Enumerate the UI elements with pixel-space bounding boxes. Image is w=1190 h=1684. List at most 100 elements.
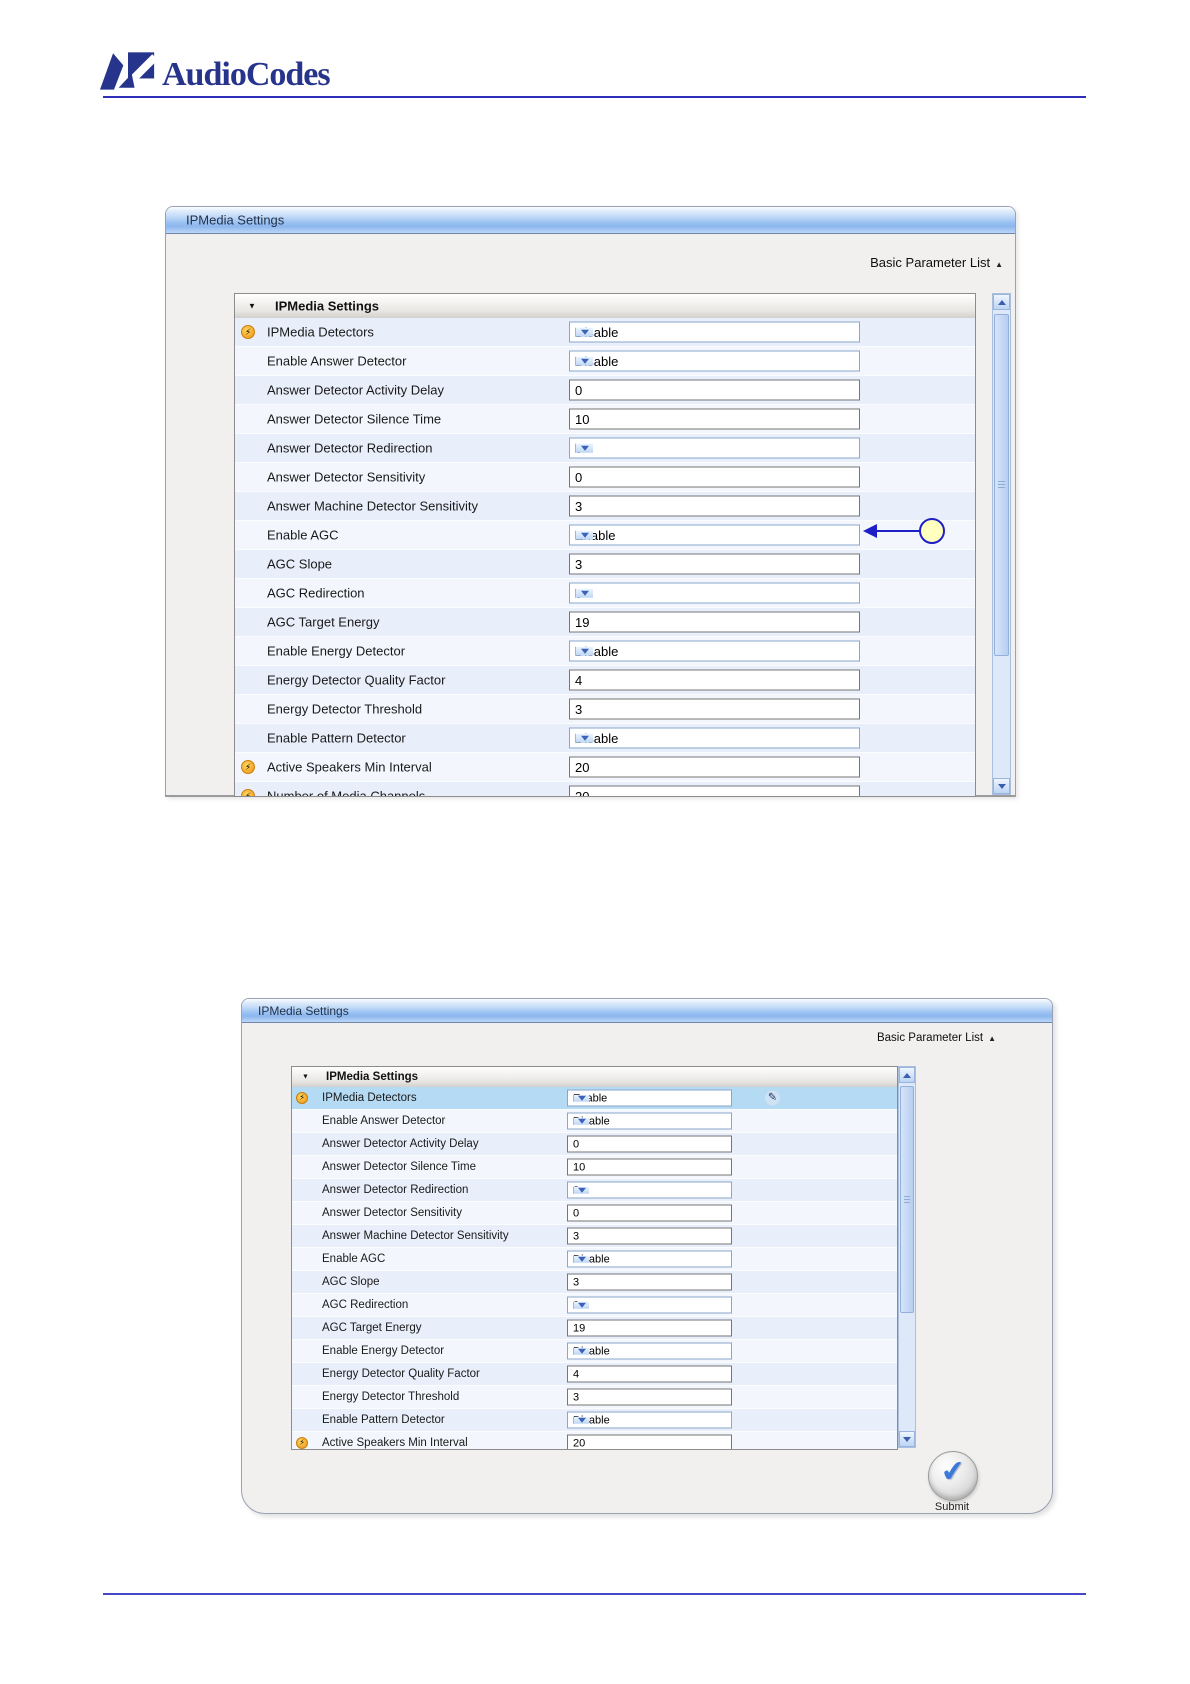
- answer-machine-detector-sensitivity-input[interactable]: 3: [567, 1227, 732, 1245]
- energy-detector-quality-factor-input[interactable]: 4: [569, 669, 860, 691]
- check-icon: ✔: [939, 1454, 967, 1490]
- agc-slope-input[interactable]: 3: [569, 553, 860, 575]
- enable-pattern-detector-select[interactable]: Disable: [567, 1411, 732, 1429]
- param-label-enable-answer-detector: Enable Answer Detector: [267, 353, 407, 369]
- input-value: 20: [575, 759, 590, 775]
- param-label-answer-detector-redirection: Answer Detector Redirection: [267, 440, 433, 456]
- collapse-triangle-icon: ▼: [248, 301, 256, 311]
- enable-answer-detector-select[interactable]: Disable: [569, 350, 860, 372]
- energy-detector-threshold-input[interactable]: 3: [567, 1388, 732, 1406]
- param-label-enable-energy-detector: Enable Energy Detector: [267, 643, 406, 659]
- active-speakers-min-interval-input[interactable]: 20: [567, 1434, 732, 1449]
- table-row: Answer Detector Silence Time 10: [292, 1156, 897, 1179]
- enable-energy-detector-select[interactable]: Disable: [567, 1342, 732, 1360]
- chevron-down-icon[interactable]: [573, 1094, 589, 1102]
- settings-rows: ⚡ IPMedia Detectors Enable ✎ Enable Answer D…: [292, 1087, 897, 1449]
- table-row: Energy Detector Quality Factor 4: [292, 1363, 897, 1386]
- submit-button[interactable]: ✔: [928, 1451, 978, 1501]
- param-label-agc-slope: AGC Slope: [267, 556, 333, 572]
- basic-parameter-list-toggle[interactable]: Basic Parameter List ▲: [870, 255, 1003, 270]
- collapse-triangle-icon: ▼: [302, 1073, 309, 1081]
- active-speakers-min-interval-input[interactable]: 20: [569, 756, 860, 778]
- param-label-enable-pattern-detector: Enable Pattern Detector: [322, 1414, 445, 1426]
- triangle-down-icon: [580, 532, 589, 538]
- chevron-down-icon[interactable]: [573, 1301, 589, 1309]
- param-label-active-speakers-min-interval: Active Speakers Min Interval: [267, 759, 432, 775]
- group-header[interactable]: ▼ IPMedia Settings: [235, 294, 975, 319]
- chevron-down-icon[interactable]: [575, 327, 593, 337]
- triangle-down-icon: [903, 1436, 911, 1442]
- table-row: Energy Detector Threshold 3: [235, 695, 975, 724]
- agc-redirection-select[interactable]: 0: [567, 1296, 732, 1314]
- enable-agc-select[interactable]: Disable: [567, 1250, 732, 1268]
- chevron-down-icon[interactable]: [573, 1416, 589, 1424]
- param-label-energy-detector-threshold: Energy Detector Threshold: [267, 701, 423, 717]
- chevron-down-icon[interactable]: [575, 646, 593, 656]
- table-row: Energy Detector Threshold 3: [292, 1386, 897, 1409]
- scrollbar-thumb[interactable]: [900, 1086, 914, 1313]
- energy-detector-threshold-input[interactable]: 3: [569, 698, 860, 720]
- answer-detector-redirection-select[interactable]: 0: [567, 1181, 732, 1199]
- energy-detector-quality-factor-input[interactable]: 4: [567, 1365, 732, 1383]
- answer-machine-detector-sensitivity-input[interactable]: 3: [569, 495, 860, 517]
- chevron-down-icon[interactable]: [575, 530, 593, 540]
- scroll-down-button[interactable]: [993, 778, 1010, 794]
- answer-detector-activity-delay-input[interactable]: 0: [567, 1135, 732, 1153]
- answer-detector-sensitivity-input[interactable]: 0: [567, 1204, 732, 1222]
- param-label-energy-detector-quality-factor: Energy Detector Quality Factor: [267, 672, 446, 688]
- enable-answer-detector-select[interactable]: Disable: [567, 1112, 732, 1130]
- group-header-title: IPMedia Settings: [275, 298, 380, 314]
- agc-target-energy-input[interactable]: 19: [569, 611, 860, 633]
- chevron-down-icon[interactable]: [575, 588, 593, 598]
- input-value: 3: [573, 1230, 580, 1242]
- chevron-down-icon[interactable]: [575, 356, 593, 366]
- settings-table: ▼ IPMedia Settings ⚡ IPMedia Detectors Dis…: [234, 293, 976, 797]
- chevron-down-icon[interactable]: [575, 443, 593, 453]
- vertical-scrollbar[interactable]: [992, 293, 1011, 795]
- enable-energy-detector-select[interactable]: Disable: [569, 640, 860, 662]
- edit-pencil-icon[interactable]: ✎: [765, 1090, 780, 1106]
- table-row: Answer Detector Activity Delay 0: [235, 376, 975, 405]
- enable-agc-select[interactable]: Enable: [569, 524, 860, 546]
- answer-detector-silence-time-input[interactable]: 10: [569, 408, 860, 430]
- scroll-up-button[interactable]: [899, 1067, 915, 1083]
- answer-detector-activity-delay-input[interactable]: 0: [569, 379, 860, 401]
- scroll-up-button[interactable]: [993, 294, 1010, 310]
- triangle-down-icon: [580, 329, 589, 335]
- table-row: AGC Redirection 0: [292, 1294, 897, 1317]
- settings-table: ▼ IPMedia Settings ⚡ IPMedia Detectors Ena…: [291, 1066, 898, 1450]
- chevron-down-icon[interactable]: [573, 1117, 589, 1125]
- table-row: ⚡ Active Speakers Min Interval 20: [292, 1432, 897, 1449]
- number-of-media-channels-input[interactable]: 20: [569, 785, 860, 796]
- chevron-down-icon[interactable]: [573, 1255, 589, 1263]
- settings-rows: ⚡ IPMedia Detectors Disable Enable Answer D…: [235, 318, 975, 796]
- vertical-scrollbar[interactable]: [898, 1066, 916, 1448]
- table-row: AGC Redirection 0: [235, 579, 975, 608]
- lightning-icon: ⚡: [241, 789, 255, 796]
- param-label-agc-slope: AGC Slope: [322, 1276, 380, 1288]
- scrollbar-thumb[interactable]: [994, 314, 1009, 656]
- input-value: 0: [575, 469, 583, 485]
- chevron-down-icon[interactable]: [575, 733, 593, 743]
- chevron-down-icon[interactable]: [573, 1347, 589, 1355]
- agc-redirection-select[interactable]: 0: [569, 582, 860, 604]
- table-row: Answer Detector Redirection 0: [292, 1179, 897, 1202]
- input-value: 0: [573, 1207, 580, 1219]
- table-row: Enable AGC Disable: [292, 1248, 897, 1271]
- answer-detector-sensitivity-input[interactable]: 0: [569, 466, 860, 488]
- agc-target-energy-input[interactable]: 19: [567, 1319, 732, 1337]
- triangle-down-icon: [577, 1187, 586, 1193]
- triangle-up-icon: [997, 299, 1006, 305]
- ipmedia-settings-window-top: IPMedia Settings Basic Parameter List ▲ ▼…: [165, 206, 1016, 797]
- table-row: Enable Answer Detector Disable: [292, 1110, 897, 1133]
- answer-detector-silence-time-input[interactable]: 10: [567, 1158, 732, 1176]
- agc-slope-input[interactable]: 3: [567, 1273, 732, 1291]
- answer-detector-redirection-select[interactable]: 0: [569, 437, 860, 459]
- chevron-down-icon[interactable]: [573, 1186, 589, 1194]
- basic-parameter-list-toggle[interactable]: Basic Parameter List ▲: [877, 1032, 996, 1044]
- group-header[interactable]: ▼ IPMedia Settings: [292, 1067, 897, 1088]
- scroll-down-button[interactable]: [899, 1431, 915, 1447]
- ipmedia-detectors-select[interactable]: Enable: [567, 1089, 732, 1107]
- enable-pattern-detector-select[interactable]: Disable: [569, 727, 860, 749]
- ipmedia-detectors-select[interactable]: Disable: [569, 321, 860, 343]
